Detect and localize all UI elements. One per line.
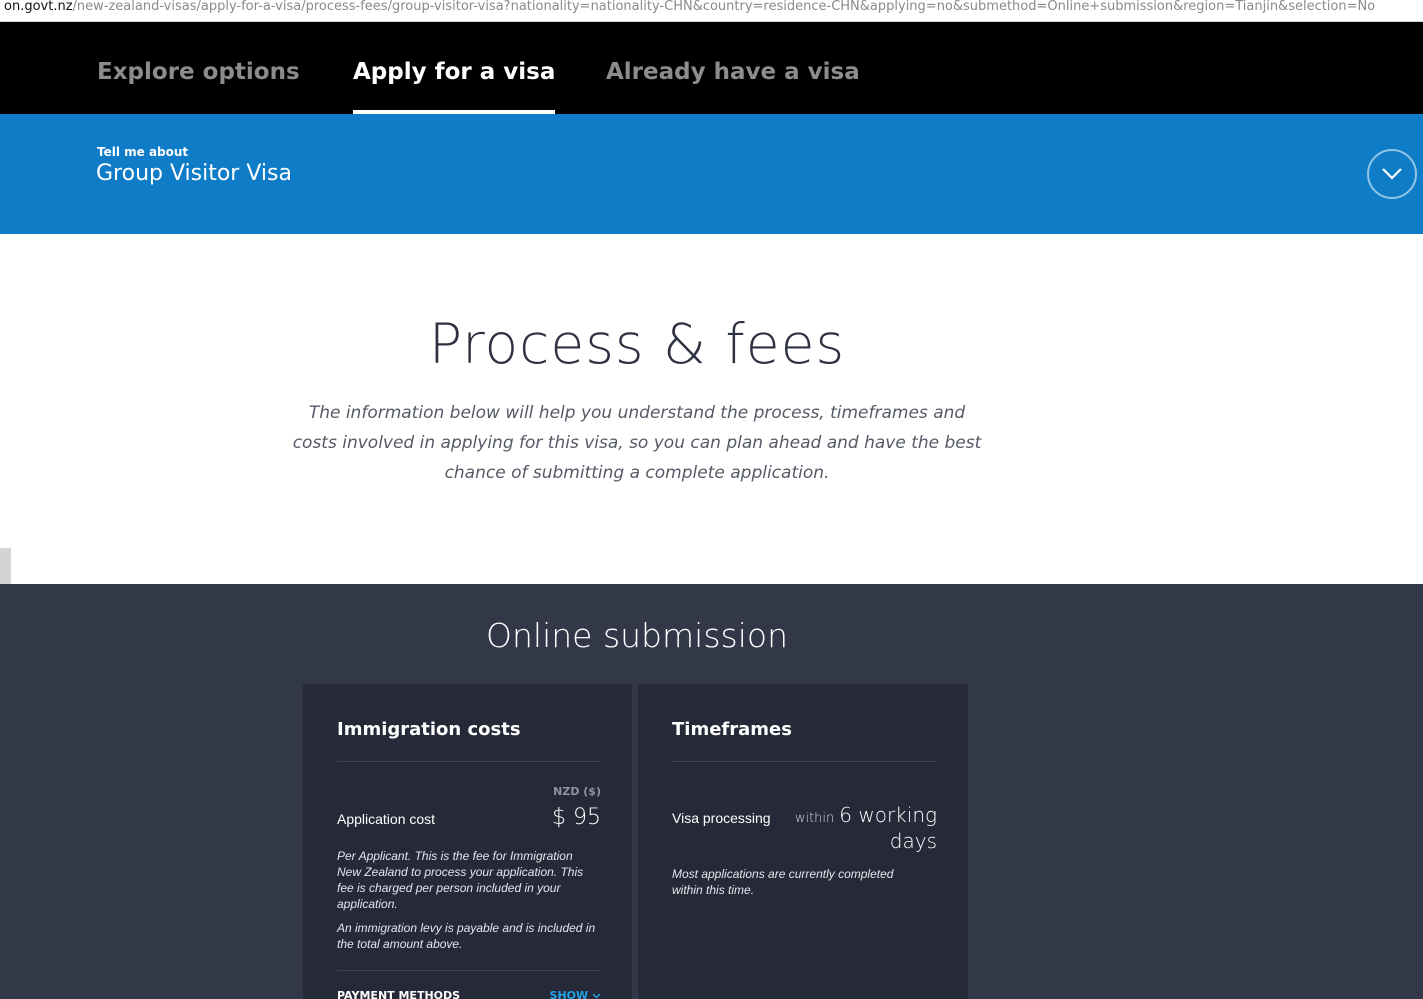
processing-time: 6 working days <box>839 803 937 853</box>
timeframes-heading: Timeframes <box>672 719 792 740</box>
tab-apply-for-a-visa[interactable]: Apply for a visa <box>353 22 556 114</box>
visa-processing-label: Visa processing <box>672 810 771 826</box>
top-navigation: Explore options Apply for a visa Already… <box>0 22 1423 114</box>
address-bar[interactable]: on.govt.nz/new-zealand-visas/apply-for-a… <box>0 0 1423 22</box>
chevron-down-icon <box>1382 168 1402 180</box>
divider <box>337 761 601 762</box>
cost-note-per-applicant: Per Applicant. This is the fee for Immig… <box>337 849 584 911</box>
timeframes-note: Most applications are currently complete… <box>672 867 894 897</box>
url-path: /new-zealand-visas/apply-for-a-visa/proc… <box>72 0 1376 14</box>
visa-header: Tell me about Group Visitor Visa <box>0 114 1423 234</box>
intro-section: Process & fees The information below wil… <box>0 234 1423 584</box>
side-feedback-tab[interactable] <box>0 548 11 584</box>
divider <box>337 970 601 971</box>
costs-heading: Immigration costs <box>337 719 521 740</box>
url-host: on.govt.nz <box>4 0 73 14</box>
page-title: Process & fees <box>428 312 846 376</box>
timeframes-card: Timeframes Visa processing within 6 worki… <box>638 684 968 999</box>
application-cost-value: $ 95 <box>552 805 601 830</box>
divider <box>672 761 936 762</box>
cost-note-levy: An immigration levy is payable and is in… <box>337 921 596 951</box>
header-kicker: Tell me about <box>97 145 189 159</box>
visa-name: Group Visitor Visa <box>96 161 292 186</box>
show-payment-methods-link[interactable]: SHOW <box>550 989 601 999</box>
submission-title: Online submission <box>486 616 788 655</box>
currency-label: NZD ($) <box>553 785 601 798</box>
expand-button[interactable] <box>1367 149 1417 199</box>
tab-explore-options[interactable]: Explore options <box>97 22 300 114</box>
visa-processing-value: within 6 working days <box>787 804 937 853</box>
submission-section: Online submission Immigration costs NZD … <box>0 584 1423 999</box>
within-label: within <box>794 811 835 826</box>
intro-description: The information below will help you unde… <box>292 403 982 483</box>
chevron-down-icon <box>592 993 601 999</box>
show-link-label: SHOW <box>549 989 589 999</box>
immigration-costs-card: Immigration costs NZD ($) Application co… <box>303 684 632 999</box>
payment-methods-label: PAYMENT METHODS <box>337 989 461 999</box>
tab-already-have-a-visa[interactable]: Already have a visa <box>606 22 860 114</box>
application-cost-label: Application cost <box>337 811 436 827</box>
